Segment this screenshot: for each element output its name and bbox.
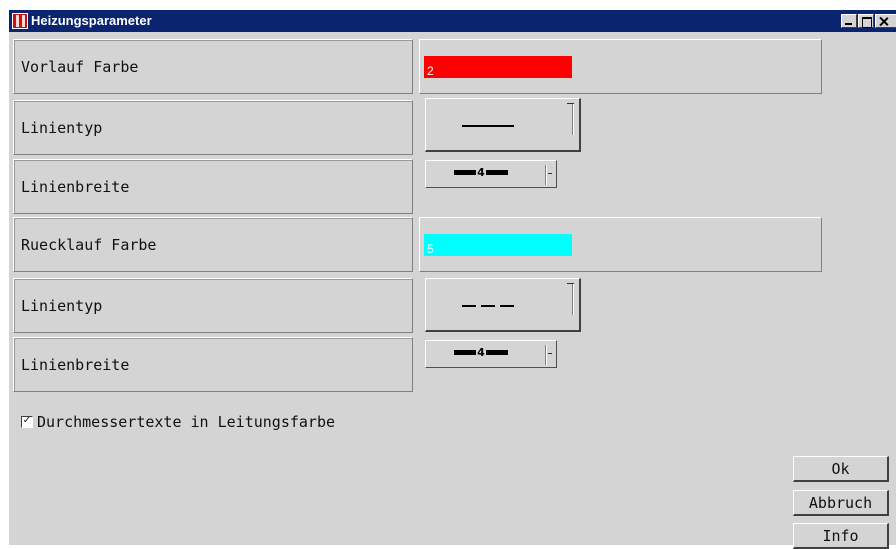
minimize-icon[interactable]: [841, 14, 857, 28]
width-bar-right: [485, 349, 508, 355]
width-bar-right: [485, 169, 508, 175]
linewidth-value: 4: [477, 165, 485, 179]
ruecklauf-color-label: Ruecklauf Farbe: [13, 217, 413, 272]
durchmesser-label[interactable]: Durchmessertexte in Leitungsfarbe: [37, 413, 335, 431]
abbruch-button[interactable]: Abbruch: [793, 490, 889, 516]
vorlauf-linetype-dropdown[interactable]: [425, 98, 581, 152]
dropdown-separator: [572, 103, 573, 135]
dropdown-arrow-icon: [567, 103, 574, 104]
linewidth-value: 4: [477, 345, 485, 359]
vorlauf-linewidth-label: Linienbreite: [13, 159, 413, 214]
dropdown-arrow-icon: [548, 353, 552, 354]
app-icon: [12, 13, 28, 29]
ruecklauf-linetype-label: Linientyp: [13, 278, 413, 333]
vorlauf-color-swatch[interactable]: 2: [424, 56, 572, 78]
heizungsparameter-dialog: Heizungsparameter Vorlauf Farbe 2 Linien…: [8, 10, 896, 549]
dashed-line-sample: [462, 305, 514, 307]
durchmesser-checkbox[interactable]: ✓: [21, 416, 33, 428]
maximize-icon[interactable]: [858, 14, 874, 28]
ruecklauf-color-swatch[interactable]: 5: [424, 234, 572, 256]
dropdown-arrow-icon: [548, 173, 552, 174]
window-title: Heizungsparameter: [31, 13, 152, 28]
vorlauf-color-panel[interactable]: 2: [419, 39, 822, 94]
dropdown-separator: [545, 345, 546, 365]
dropdown-separator: [572, 283, 573, 315]
durchmesser-option[interactable]: ✓ Durchmessertexte in Leitungsfarbe: [21, 413, 335, 431]
width-bar-left: [454, 349, 477, 355]
line-width-sample: 4: [451, 343, 511, 361]
width-bar-left: [454, 169, 477, 175]
line-width-sample: 4: [451, 163, 511, 181]
vorlauf-color-label: Vorlauf Farbe: [13, 39, 413, 94]
dropdown-separator: [545, 165, 546, 185]
close-icon[interactable]: [875, 14, 896, 28]
vorlauf-linetype-label: Linientyp: [13, 100, 413, 155]
ok-button[interactable]: Ok: [793, 456, 889, 482]
dropdown-arrow-icon: [567, 283, 574, 284]
ruecklauf-linetype-dropdown[interactable]: [425, 278, 581, 332]
checkmark-icon: ✓: [22, 415, 32, 426]
vorlauf-linewidth-dropdown[interactable]: 4: [425, 160, 557, 188]
solid-line-sample: [462, 125, 514, 127]
title-bar[interactable]: Heizungsparameter: [9, 10, 896, 32]
ruecklauf-color-panel[interactable]: 5: [419, 217, 822, 272]
info-button[interactable]: Info: [793, 523, 889, 549]
ruecklauf-linewidth-label: Linienbreite: [13, 337, 413, 392]
ruecklauf-linewidth-dropdown[interactable]: 4: [425, 340, 557, 368]
